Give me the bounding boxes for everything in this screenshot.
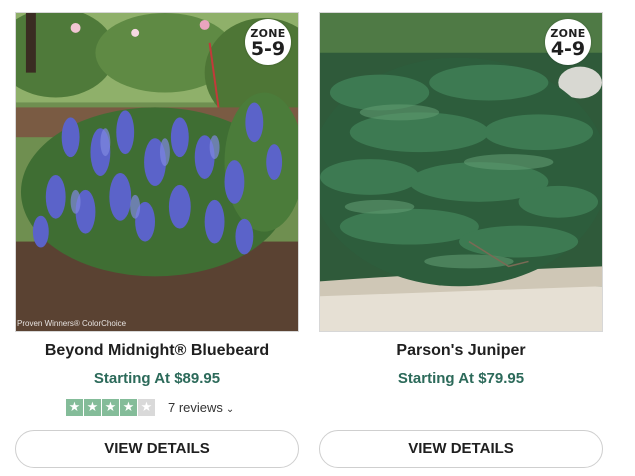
- hardiness-zone-badge: ZONE 4-9: [545, 19, 591, 65]
- reviews-dropdown[interactable]: 7 reviews ⌄: [168, 400, 234, 415]
- zone-range: 5-9: [250, 38, 286, 60]
- star-icon-filled: ★: [120, 398, 137, 416]
- star-rating: ★ ★ ★ ★ ★: [66, 398, 156, 416]
- photo-credit: Proven Winners® ColorChoice: [17, 319, 127, 328]
- chevron-down-icon: ⌄: [225, 403, 235, 415]
- zone-range: 4-9: [550, 38, 586, 60]
- product-rating: ★ ★ ★ ★ ★ 7 reviews ⌄: [66, 398, 234, 416]
- view-details-button[interactable]: VIEW DETAILS: [319, 430, 603, 468]
- reviews-count: 7 reviews: [168, 399, 223, 415]
- product-price: Starting At $79.95: [397, 370, 525, 387]
- star-icon-empty: ★: [138, 398, 155, 416]
- product-price: Starting At $89.95: [93, 370, 221, 387]
- star-icon-filled: ★: [66, 398, 83, 416]
- star-icon-filled: ★: [102, 398, 119, 416]
- zone-label: ZONE: [250, 27, 286, 40]
- zone-label: ZONE: [550, 27, 586, 40]
- star-icon-filled: ★: [84, 398, 101, 416]
- product-name[interactable]: Beyond Midnight® Bluebeard: [15, 342, 299, 360]
- view-details-button[interactable]: VIEW DETAILS: [15, 430, 299, 468]
- hardiness-zone-badge: ZONE 5-9: [245, 19, 291, 65]
- product-name[interactable]: Parson's Juniper: [319, 342, 603, 360]
